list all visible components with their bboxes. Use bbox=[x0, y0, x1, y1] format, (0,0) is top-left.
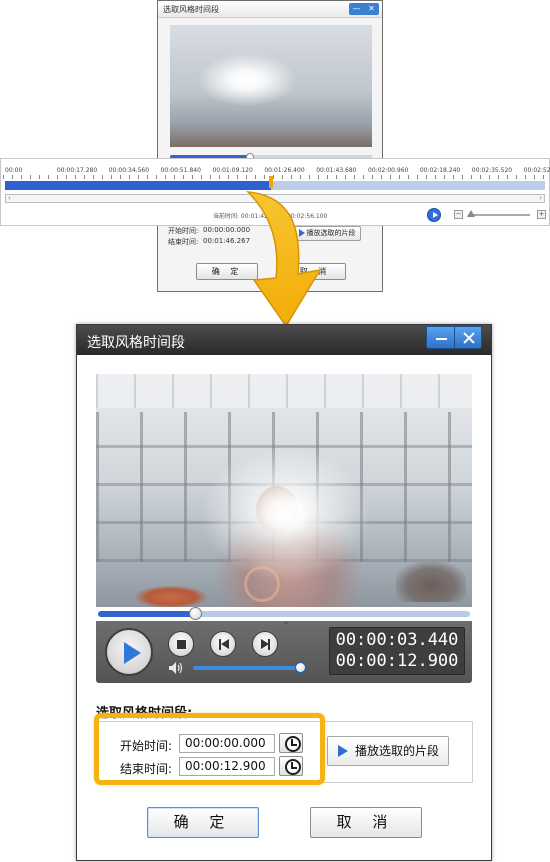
total-time: 00:00:12.900 bbox=[335, 651, 459, 671]
video-chair-right bbox=[396, 562, 466, 602]
minimize-icon[interactable] bbox=[427, 327, 454, 348]
scroll-left-icon[interactable]: ‹ bbox=[8, 194, 11, 202]
video-sun-glare bbox=[186, 434, 386, 594]
current-time: 00:00:03.440 bbox=[335, 630, 459, 650]
volume-icon[interactable] bbox=[169, 662, 183, 674]
mini-dialog-title: 选取风格时间段 bbox=[163, 5, 219, 14]
zoom-out-button[interactable]: − bbox=[454, 210, 463, 219]
timeline-tick-label: 00:01:09.120 bbox=[212, 167, 253, 174]
play-selection-icon bbox=[338, 745, 348, 757]
zoom-slider-track[interactable] bbox=[468, 214, 530, 216]
dialog-titlebar[interactable]: 选取风格时间段 bbox=[77, 325, 491, 355]
mini-titlebar: 选取风格时间段 — ✕ bbox=[158, 1, 382, 18]
mini-video-frame bbox=[170, 25, 372, 147]
seek-progress-fill bbox=[98, 611, 195, 617]
close-icon[interactable] bbox=[453, 327, 482, 348]
timeline-tick-label: 00:00:51.840 bbox=[160, 167, 201, 174]
volume-slider[interactable] bbox=[193, 662, 306, 673]
timeline-play-icon[interactable] bbox=[427, 208, 441, 222]
scroll-right-icon[interactable]: › bbox=[539, 194, 542, 202]
next-frame-icon[interactable] bbox=[252, 631, 278, 657]
timeline-tick-label: 00:01:43.680 bbox=[316, 167, 357, 174]
cancel-button[interactable]: 取 消 bbox=[310, 807, 422, 838]
timeline-tick-label: 00:00:17.280 bbox=[56, 167, 98, 174]
mini-window-buttons: — ✕ bbox=[349, 3, 379, 15]
video-lens-flare bbox=[244, 566, 280, 602]
timeline-tick-marks bbox=[3, 175, 547, 179]
timeline-tick-label: 00:02:00.960 bbox=[368, 167, 409, 174]
timeline-tick-label: 00:01:26.400 bbox=[264, 167, 305, 174]
highlight-frame bbox=[94, 713, 325, 785]
timeline-tick-label: 00:02:18.240 bbox=[419, 167, 461, 174]
mini-close-icon[interactable]: ✕ bbox=[364, 3, 379, 15]
timeline-tick-label: 00:00 bbox=[5, 167, 23, 174]
playback-controls: 00:00:03.440 00:00:12.900 bbox=[96, 621, 472, 683]
dialog-title: 选取风格时间段 bbox=[87, 335, 185, 351]
play-selection-button[interactable]: 播放选取的片段 bbox=[327, 736, 449, 766]
window-buttons bbox=[426, 326, 482, 349]
down-arrow-icon bbox=[245, 191, 322, 328]
chevron-down-icon[interactable]: ⌄ bbox=[280, 618, 292, 627]
zoom-slider-thumb[interactable] bbox=[467, 210, 475, 217]
timeline-tick-label: 00:02:52. bbox=[523, 167, 550, 174]
video-preview bbox=[96, 374, 472, 607]
previous-frame-icon[interactable] bbox=[210, 631, 236, 657]
timeline-progress-fill bbox=[5, 181, 271, 190]
video-chair-left bbox=[136, 586, 206, 607]
stop-icon[interactable] bbox=[168, 631, 194, 657]
select-time-range-dialog: 选取风格时间段 00:00:03.440 00:00:12.900 ⌄ 选取风格… bbox=[76, 324, 492, 861]
timeline-tick-label: 00:00:34.560 bbox=[108, 167, 150, 174]
mini-end-label: 结束时间: bbox=[168, 238, 199, 246]
play-icon[interactable] bbox=[105, 628, 153, 676]
volume-thumb[interactable] bbox=[295, 662, 306, 673]
time-display: 00:00:03.440 00:00:12.900 bbox=[329, 627, 465, 675]
video-ceiling bbox=[96, 374, 472, 408]
timeline-tick-label: 00:02:35.520 bbox=[471, 167, 513, 174]
mini-minimize-icon[interactable]: — bbox=[349, 3, 364, 15]
seek-thumb[interactable] bbox=[188, 607, 202, 620]
zoom-in-button[interactable]: + bbox=[537, 210, 546, 219]
ok-button[interactable]: 确 定 bbox=[147, 807, 259, 838]
play-selection-label: 播放选取的片段 bbox=[355, 744, 440, 758]
mini-start-label: 开始时间: bbox=[168, 227, 199, 235]
